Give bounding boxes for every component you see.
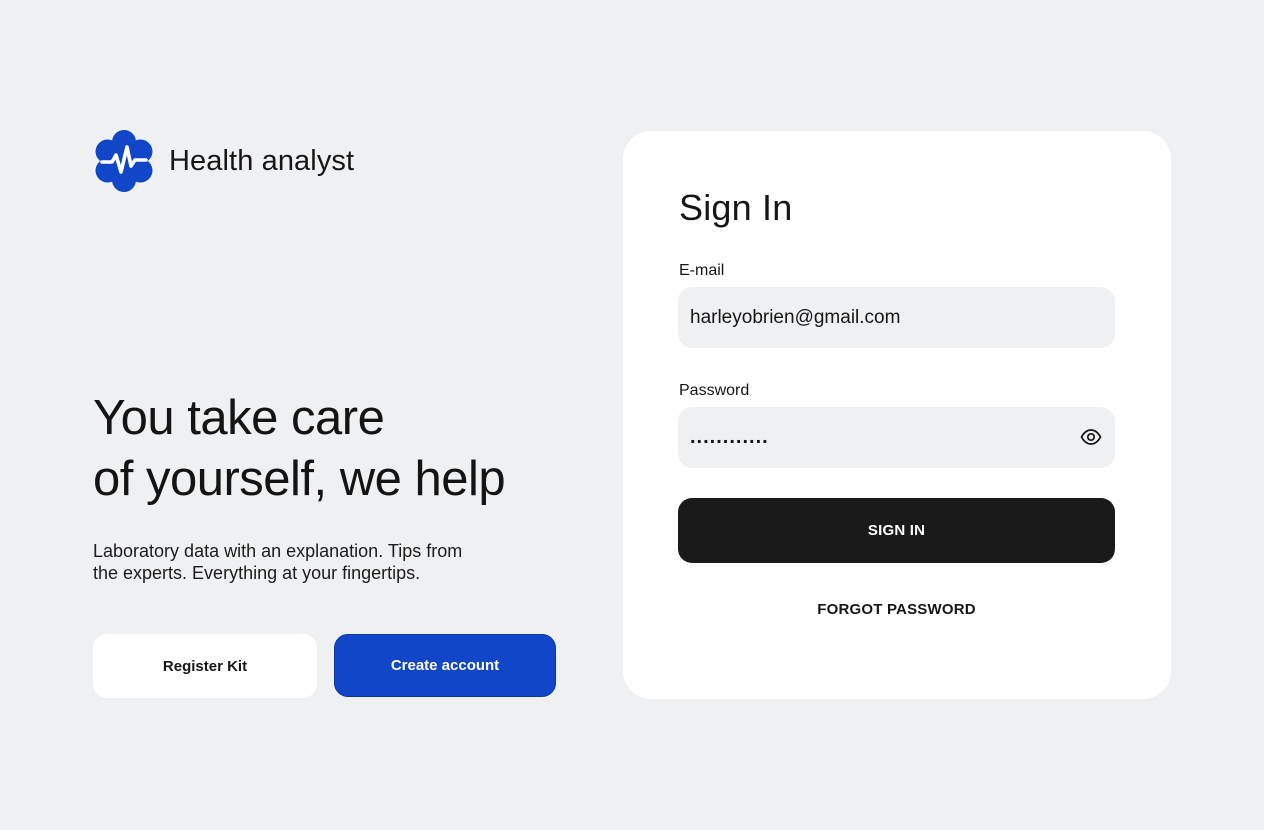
hero: You take care of yourself, we help Labor… — [93, 388, 573, 584]
hero-subtitle-line2: the experts. Everything at your fingerti… — [93, 563, 421, 583]
hero-actions: Register Kit Create account — [93, 634, 556, 698]
brand: Health analyst — [93, 130, 354, 192]
hero-title: You take care of yourself, we help — [93, 388, 573, 510]
hero-title-line2: of yourself, we help — [93, 452, 506, 506]
hero-subtitle-line1: Laboratory data with an explanation. Tip… — [93, 541, 463, 561]
create-account-button[interactable]: Create account — [334, 634, 556, 697]
email-label: E-mail — [679, 262, 725, 279]
page: Health analyst You take care of yourself… — [0, 0, 1264, 830]
eye-icon[interactable] — [1079, 425, 1103, 449]
register-kit-button[interactable]: Register Kit — [93, 634, 317, 698]
brand-name: Health analyst — [169, 144, 355, 177]
email-field[interactable] — [678, 306, 1115, 329]
forgot-password-link[interactable]: FORGOT PASSWORD — [678, 601, 1115, 618]
signin-title: Sign In — [679, 187, 793, 228]
hero-title-line1: You take care — [93, 391, 385, 445]
password-label: Password — [679, 382, 750, 399]
password-field-container — [678, 407, 1115, 468]
medical-star-pulse-icon — [95, 130, 153, 192]
hero-subtitle: Laboratory data with an explanation. Tip… — [93, 540, 513, 584]
sign-in-button[interactable]: SIGN IN — [678, 498, 1115, 563]
password-field[interactable] — [678, 426, 1058, 449]
email-field-container — [678, 287, 1115, 348]
signin-card: Sign In E-mail Password SIGN IN FORGOT P… — [623, 131, 1171, 699]
